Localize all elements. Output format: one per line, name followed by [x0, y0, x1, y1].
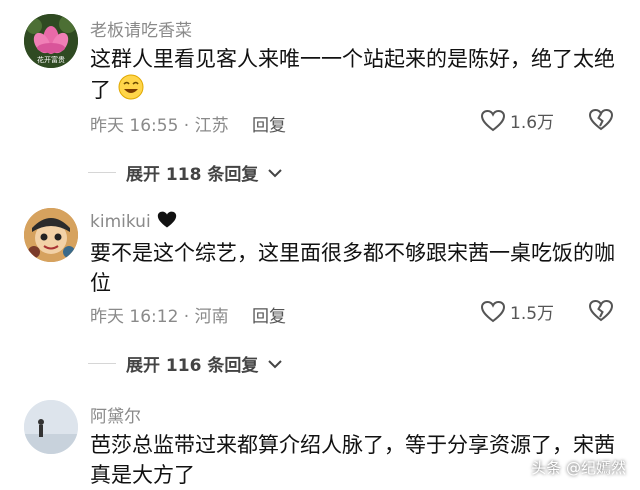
like-button[interactable]: 1.5万 [480, 299, 554, 324]
user-avatar[interactable] [24, 208, 78, 262]
expand-divider [88, 172, 116, 173]
expand-replies-button[interactable]: 展开 116 条回复 [88, 351, 283, 376]
cartoon-icon [24, 208, 78, 262]
reply-button[interactable]: 回复 [252, 302, 286, 327]
avatar-caption: 花开富贵 [37, 56, 65, 64]
like-count: 1.5万 [510, 304, 555, 324]
comment-text: 这群人里看见客人来唯一一个站起来的是陈好，绝了太绝了 [90, 44, 620, 108]
comment-text: 要不是这个综艺，这里面很多都不够跟宋茜一桌吃饭的咖位 [90, 241, 615, 295]
chevron-down-icon [268, 168, 283, 177]
expand-replies-button[interactable]: 展开 118 条回复 [88, 160, 283, 185]
person-beach-icon [24, 400, 78, 454]
comment-username[interactable]: kimikui [90, 210, 178, 232]
broken-heart-icon [588, 299, 614, 322]
like-button[interactable]: 1.6万 [480, 108, 554, 133]
comment-text-content: 这群人里看见客人来唯一一个站起来的是陈好，绝了太绝了 [90, 47, 615, 102]
user-avatar[interactable] [24, 400, 78, 454]
watermark: 头条 @纪嫣然 [531, 459, 626, 477]
user-avatar[interactable]: 花开富贵 [24, 14, 78, 68]
heart-icon [480, 109, 506, 131]
expand-replies-label: 展开 116 条回复 [126, 356, 259, 376]
laughing-emoji-icon [118, 74, 144, 108]
heart-icon [480, 300, 506, 322]
broken-heart-icon [588, 108, 614, 131]
comment-username[interactable]: 阿黛尔 [90, 402, 141, 427]
comment-username-text: kimikui [90, 212, 151, 232]
reply-button[interactable]: 回复 [252, 111, 286, 136]
dislike-button[interactable] [588, 299, 614, 327]
comment-time-location: 昨天 16:12 · 河南 [90, 307, 229, 327]
chevron-down-icon [268, 359, 283, 368]
comment-time-location: 昨天 16:55 · 江苏 [90, 116, 229, 136]
comment-username[interactable]: 老板请吃香菜 [90, 16, 192, 41]
dislike-button[interactable] [588, 108, 614, 136]
like-count: 1.6万 [510, 113, 555, 133]
black-heart-icon [157, 211, 177, 228]
expand-divider [88, 363, 116, 364]
expand-replies-label: 展开 118 条回复 [126, 165, 259, 185]
